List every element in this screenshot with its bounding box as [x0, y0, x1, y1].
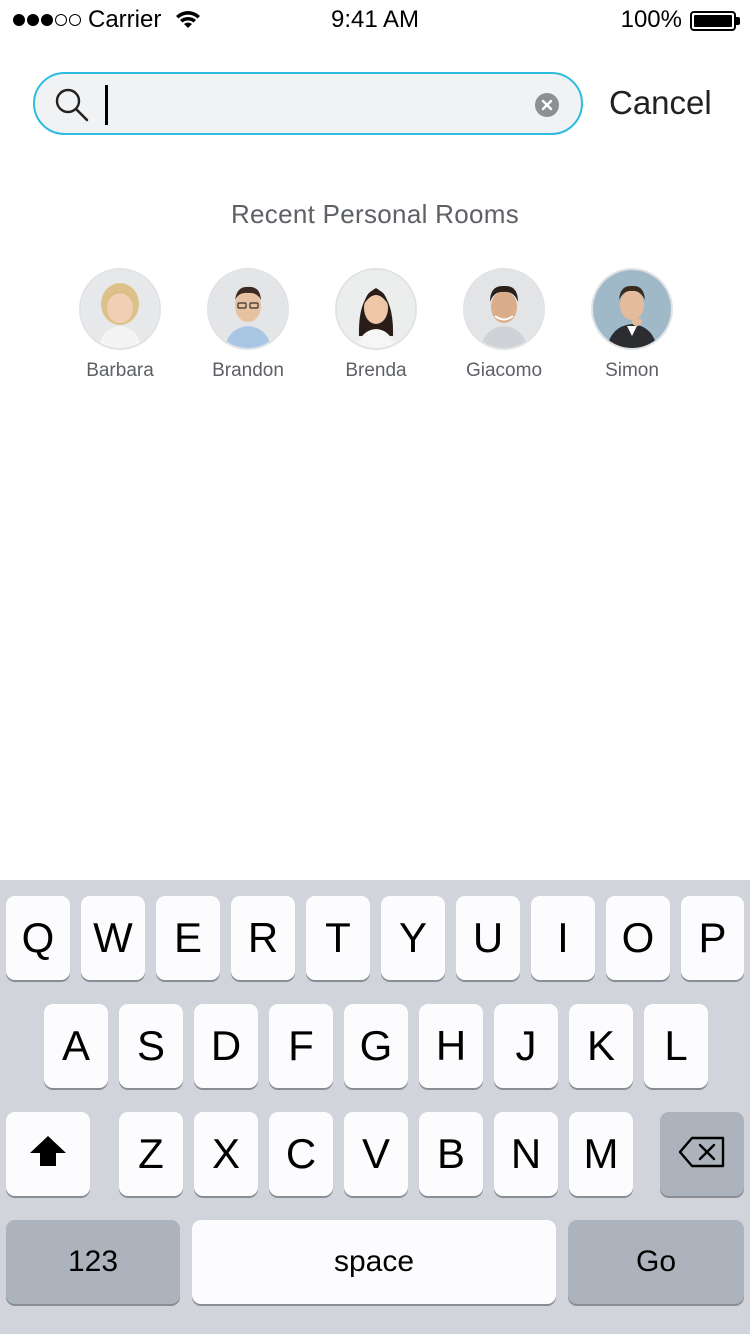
- key-s[interactable]: S: [119, 1004, 183, 1088]
- key-y[interactable]: Y: [381, 896, 445, 980]
- key-x[interactable]: X: [194, 1112, 258, 1196]
- clear-search-icon[interactable]: [535, 93, 559, 117]
- key-t[interactable]: T: [306, 896, 370, 980]
- key-d[interactable]: D: [194, 1004, 258, 1088]
- go-key[interactable]: Go: [568, 1220, 744, 1304]
- avatar: [463, 268, 545, 350]
- key-j[interactable]: J: [494, 1004, 558, 1088]
- key-v[interactable]: V: [344, 1112, 408, 1196]
- room-name: Brenda: [345, 360, 407, 381]
- room-item-brandon[interactable]: Brandon: [188, 268, 308, 382]
- key-b[interactable]: B: [419, 1112, 483, 1196]
- key-p[interactable]: P: [681, 896, 744, 980]
- key-c[interactable]: C: [269, 1112, 333, 1196]
- room-item-barbara[interactable]: Barbara: [60, 268, 180, 382]
- shift-icon: [28, 1130, 68, 1178]
- backspace-icon: [678, 1130, 726, 1178]
- key-i[interactable]: I: [531, 896, 595, 980]
- key-h[interactable]: H: [419, 1004, 483, 1088]
- key-w[interactable]: W: [81, 896, 145, 980]
- avatar: [335, 268, 417, 350]
- key-e[interactable]: E: [156, 896, 220, 980]
- room-item-simon[interactable]: Simon: [572, 268, 692, 382]
- search-field[interactable]: [33, 72, 583, 135]
- avatar: [79, 268, 161, 350]
- room-name: Simon: [605, 360, 659, 381]
- avatar: [207, 268, 289, 350]
- key-z[interactable]: Z: [119, 1112, 183, 1196]
- search-input[interactable]: [115, 82, 515, 128]
- battery-percent: 100%: [620, 6, 682, 33]
- space-key[interactable]: space: [192, 1220, 556, 1304]
- key-r[interactable]: R: [231, 896, 295, 980]
- room-name: Giacomo: [465, 360, 543, 381]
- shift-key[interactable]: [6, 1112, 90, 1196]
- key-k[interactable]: K: [569, 1004, 633, 1088]
- battery-icon: [690, 11, 740, 31]
- key-u[interactable]: U: [456, 896, 520, 980]
- key-l[interactable]: L: [644, 1004, 708, 1088]
- numbers-key[interactable]: 123: [6, 1220, 180, 1304]
- key-q[interactable]: Q: [6, 896, 70, 980]
- backspace-key[interactable]: [660, 1112, 744, 1196]
- key-a[interactable]: A: [44, 1004, 108, 1088]
- recent-rooms-title: Recent Personal Rooms: [230, 199, 520, 229]
- keyboard: Q W E R T Y U I O P A S D F G H J K L Z …: [0, 880, 750, 1334]
- text-cursor: [105, 85, 108, 125]
- room-name: Barbara: [86, 360, 154, 381]
- key-f[interactable]: F: [269, 1004, 333, 1088]
- room-item-brenda[interactable]: Brenda: [316, 268, 436, 382]
- key-n[interactable]: N: [494, 1112, 558, 1196]
- key-m[interactable]: M: [569, 1112, 633, 1196]
- room-item-giacomo[interactable]: Giacomo: [444, 268, 564, 382]
- avatar: [591, 268, 673, 350]
- cancel-button[interactable]: Cancel: [609, 84, 712, 122]
- search-icon: [55, 88, 89, 127]
- status-bar: Carrier 9:41 AM 100%: [0, 0, 750, 40]
- key-g[interactable]: G: [344, 1004, 408, 1088]
- room-name: Brandon: [212, 360, 284, 381]
- key-o[interactable]: O: [606, 896, 670, 980]
